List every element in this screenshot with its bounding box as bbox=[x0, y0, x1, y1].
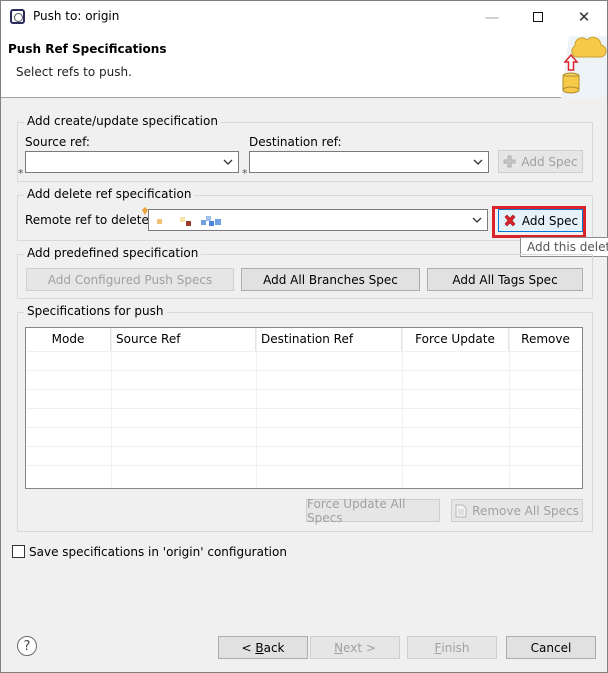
table-row bbox=[26, 465, 582, 484]
table-header: Mode Source Ref Destination Ref Force Up… bbox=[26, 328, 582, 351]
redacted-text bbox=[157, 216, 221, 226]
column-header-label: Mode bbox=[51, 332, 85, 346]
column-header-label: Force Update bbox=[415, 332, 495, 346]
delete-ref-group-label: Add delete ref specification bbox=[24, 187, 195, 201]
cancel-label: Cancel bbox=[530, 640, 572, 655]
column-header-source-ref[interactable]: Source Ref bbox=[111, 328, 256, 351]
add-all-tags-spec-label: Add All Tags Spec bbox=[452, 272, 558, 287]
table-row bbox=[26, 389, 582, 408]
document-icon bbox=[455, 504, 467, 518]
create-update-group-label: Add create/update specification bbox=[24, 114, 221, 128]
back-label-mnemonic: B bbox=[255, 640, 264, 655]
column-header-label: Source Ref bbox=[116, 332, 181, 346]
table-row bbox=[26, 370, 582, 389]
title-bar: Push to: origin — ✕ bbox=[1, 1, 607, 32]
column-header-mode[interactable]: Mode bbox=[26, 328, 111, 351]
column-header-remove[interactable]: Remove bbox=[509, 328, 582, 351]
minimize-icon: — bbox=[484, 7, 500, 26]
force-update-all-specs-button[interactable]: Force Update All Specs bbox=[306, 496, 440, 525]
page-subtitle: Select refs to push. bbox=[16, 65, 132, 79]
predefined-group-label: Add predefined specification bbox=[24, 246, 202, 260]
close-icon: ✕ bbox=[577, 7, 591, 26]
column-header-label: Remove bbox=[521, 332, 570, 346]
finish-label-suffix: inish bbox=[441, 640, 470, 655]
source-ref-combo[interactable] bbox=[25, 151, 239, 173]
chevron-down-icon bbox=[472, 217, 482, 223]
add-create-spec-button[interactable]: Add Spec bbox=[498, 150, 583, 173]
remove-all-specs-button[interactable]: Remove All Specs bbox=[451, 499, 583, 522]
remove-all-specs-label: Remove All Specs bbox=[472, 503, 579, 518]
destination-ref-label: Destination ref: bbox=[249, 135, 342, 149]
column-header-destination-ref[interactable]: Destination Ref bbox=[256, 328, 402, 351]
specs-group-label: Specifications for push bbox=[24, 304, 167, 318]
finish-label-mnemonic: F bbox=[434, 640, 442, 655]
add-all-branches-spec-label: Add All Branches Spec bbox=[263, 272, 398, 287]
column-header-force-update[interactable]: Force Update bbox=[402, 328, 509, 351]
minimize-button[interactable]: — bbox=[469, 1, 515, 32]
save-config-label: Save specifications in 'origin' configur… bbox=[29, 545, 287, 559]
add-configured-push-specs-label: Add Configured Push Specs bbox=[47, 272, 213, 287]
next-button[interactable]: Next > bbox=[310, 636, 400, 659]
window-title: Push to: origin bbox=[33, 9, 120, 23]
close-button[interactable]: ✕ bbox=[561, 1, 607, 32]
add-icon bbox=[503, 155, 516, 168]
add-all-branches-spec-button[interactable]: Add All Branches Spec bbox=[241, 268, 420, 291]
help-icon: ? bbox=[23, 638, 31, 654]
next-label-suffix: ext > bbox=[343, 640, 376, 655]
cloud-push-icon bbox=[561, 36, 607, 98]
next-label-mnemonic: N bbox=[334, 640, 344, 655]
column-header-label: Destination Ref bbox=[261, 332, 354, 346]
table-row bbox=[26, 408, 582, 427]
chevron-down-icon bbox=[473, 159, 483, 165]
finish-button[interactable]: Finish bbox=[407, 636, 497, 659]
help-button[interactable]: ? bbox=[17, 636, 37, 656]
maximize-button[interactable] bbox=[515, 1, 561, 32]
table-row bbox=[26, 446, 582, 465]
source-ref-label: Source ref: bbox=[25, 135, 90, 149]
eclipse-icon bbox=[10, 9, 25, 24]
table-row bbox=[26, 427, 582, 446]
force-update-all-specs-label: Force Update All Specs bbox=[307, 496, 406, 525]
highlight-box bbox=[492, 206, 586, 238]
back-label-prefix: < bbox=[241, 640, 256, 655]
back-label-suffix: ack bbox=[263, 640, 285, 655]
push-dialog: Push to: origin — ✕ Push Ref Specificati… bbox=[0, 0, 608, 673]
specs-table[interactable]: Mode Source Ref Destination Ref Force Up… bbox=[25, 327, 583, 489]
remote-ref-label: Remote ref to delete: bbox=[25, 213, 153, 227]
add-create-spec-label: Add Spec bbox=[521, 154, 578, 169]
add-all-tags-spec-button[interactable]: Add All Tags Spec bbox=[427, 268, 583, 291]
source-ref-required-marker: * bbox=[18, 167, 24, 180]
content-assist-icon bbox=[142, 207, 148, 215]
header-banner: Push Ref Specifications Select refs to p… bbox=[1, 32, 607, 98]
back-button[interactable]: < Back bbox=[218, 636, 308, 659]
save-config-checkbox[interactable] bbox=[12, 545, 25, 558]
page-title: Push Ref Specifications bbox=[8, 42, 167, 56]
remote-ref-combo[interactable] bbox=[142, 207, 488, 231]
table-row bbox=[26, 351, 582, 370]
destination-ref-required-marker: * bbox=[242, 167, 248, 180]
cancel-button[interactable]: Cancel bbox=[506, 636, 596, 659]
chevron-down-icon bbox=[223, 159, 233, 165]
destination-ref-combo[interactable] bbox=[249, 151, 489, 173]
add-configured-push-specs-button[interactable]: Add Configured Push Specs bbox=[26, 268, 234, 291]
maximize-icon bbox=[533, 11, 543, 22]
